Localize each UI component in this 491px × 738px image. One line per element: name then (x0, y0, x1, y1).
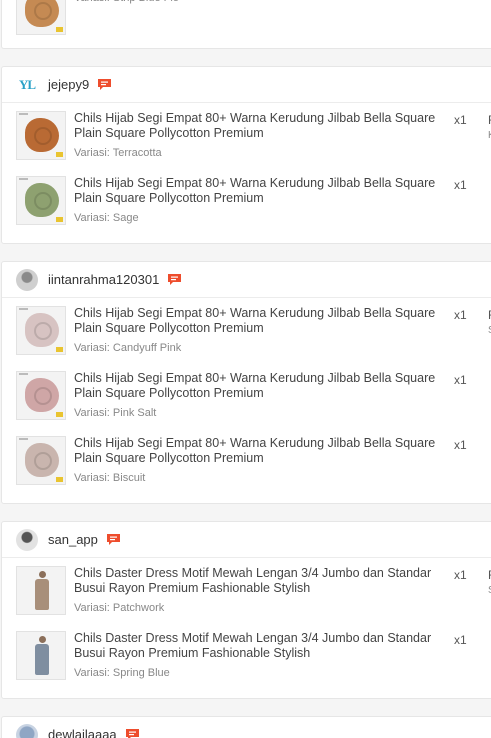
product-title[interactable]: Chils Hijab Segi Empat 80+ Warna Kerudun… (74, 111, 450, 141)
product-tag (56, 217, 63, 222)
order-item[interactable]: Chils Hijab Segi Empat 80+ Warna Kerudun… (2, 432, 491, 497)
product-thumbnail[interactable] (16, 566, 66, 615)
username[interactable]: jejepy9 (48, 77, 89, 92)
dress-model-image (35, 636, 49, 676)
hijab-fabric-image (25, 183, 59, 217)
order-item[interactable]: Chils Daster Dress Motif Mewah Lengan 3/… (2, 562, 491, 627)
product-tag (56, 27, 63, 32)
order-card: dewlailaaaa (1, 716, 491, 738)
product-thumbnail[interactable] (16, 436, 66, 485)
shop-header: iintanrahma120301 (2, 262, 491, 298)
product-tag (56, 412, 63, 417)
product-variant: Variasi: Spring Blue (74, 667, 170, 679)
order-items: Chils Daster Dress Motif Mewah Lengan 3/… (2, 558, 491, 698)
order-item[interactable]: Chils Hijab Segi Empat 80+ Warna Kerudun… (2, 302, 491, 367)
product-variant: Variasi: Terracotta (74, 147, 162, 159)
product-title[interactable]: Chils Hijab Segi Empat 80+ Warna Kerudun… (74, 436, 450, 466)
product-info: Chils Hijab Segi Empat 80+ Warna Kerudun… (74, 371, 450, 419)
username[interactable]: dewlailaaaa (48, 727, 117, 738)
product-quantity: x1 (454, 438, 467, 452)
product-thumbnail[interactable] (16, 0, 66, 35)
shop-header: YL jejepy9 (2, 67, 491, 103)
product-variant: Variasi: Candyuff Pink (74, 342, 182, 354)
brand-mark (19, 438, 28, 440)
avatar[interactable] (16, 268, 38, 291)
order-item[interactable]: Chils Hijab Segi Empat 80+ Warna Kerudun… (2, 107, 491, 172)
product-variant: Variasi: Patchwork (74, 602, 165, 614)
product-title[interactable]: Chils Hijab Segi Empat 80+ Warna Kerudun… (74, 371, 450, 401)
order-card: iintanrahma120301 Chils Hijab Segi Empat … (1, 261, 491, 504)
product-thumbnail[interactable] (16, 111, 66, 160)
avatar-logo-text: YL (18, 76, 36, 92)
chat-icon[interactable] (106, 533, 121, 546)
brand-mark (19, 178, 28, 180)
product-thumbnail[interactable] (16, 371, 66, 420)
avatar[interactable] (16, 528, 38, 551)
product-variant: Variasi: Sage (74, 212, 139, 224)
order-item[interactable]: Chils Hijab Segi Empat 80+ Warna Kerudun… (2, 367, 491, 432)
product-info: Chils Hijab Segi Empat 80+ Warna Kerudun… (74, 306, 450, 354)
product-tag (56, 477, 63, 482)
product-variant: Variasi: Strip Blue Flo (74, 0, 450, 4)
product-info: Chils Daster Dress Motif Mewah Lengan 3/… (74, 631, 450, 679)
brand-mark (19, 113, 28, 115)
order-card: YL jejepy9 Chils Hijab Segi Empat 80+ Warn… (1, 66, 491, 244)
product-tag (56, 152, 63, 157)
hijab-fabric-image (25, 443, 59, 477)
product-tag (56, 347, 63, 352)
product-title[interactable]: Chils Daster Dress Motif Mewah Lengan 3/… (74, 631, 450, 661)
product-thumbnail[interactable] (16, 306, 66, 355)
order-items: Variasi: Strip Blue Flo (2, 0, 491, 48)
product-info: Chils Hijab Segi Empat 80+ Warna Kerudun… (74, 176, 450, 224)
order-card: san_app Chils Daster Dress Motif Mewah Le… (1, 521, 491, 699)
order-card: Variasi: Strip Blue Flo (1, 0, 491, 49)
chat-icon[interactable] (97, 78, 112, 91)
product-quantity: x1 (454, 373, 467, 387)
product-variant: Variasi: Pink Salt (74, 407, 157, 419)
product-quantity: x1 (454, 308, 467, 322)
hijab-fabric-image (25, 313, 59, 347)
hijab-fabric-image (25, 378, 59, 412)
product-quantity: x1 (454, 178, 467, 192)
hijab-fabric-image (25, 0, 59, 27)
avatar[interactable]: YL (16, 73, 38, 96)
brand-mark (19, 308, 28, 310)
product-thumbnail[interactable] (16, 176, 66, 225)
product-info: Chils Hijab Segi Empat 80+ Warna Kerudun… (74, 111, 450, 159)
product-quantity: x1 (454, 633, 467, 647)
order-item[interactable]: Variasi: Strip Blue Flo (2, 0, 491, 48)
order-item[interactable]: Chils Daster Dress Motif Mewah Lengan 3/… (2, 627, 491, 692)
username[interactable]: san_app (48, 532, 98, 547)
order-items: Chils Hijab Segi Empat 80+ Warna Kerudun… (2, 298, 491, 503)
dress-model-image (35, 571, 49, 611)
username[interactable]: iintanrahma120301 (48, 272, 159, 287)
brand-mark (19, 373, 28, 375)
product-quantity: x1 (454, 568, 467, 582)
avatar[interactable] (16, 723, 38, 738)
product-thumbnail[interactable] (16, 631, 66, 680)
order-list: Variasi: Strip Blue Flo YL jejepy9 Chils Hi… (0, 0, 491, 738)
product-info: Chils Daster Dress Motif Mewah Lengan 3/… (74, 566, 450, 614)
product-title[interactable]: Chils Daster Dress Motif Mewah Lengan 3/… (74, 566, 450, 596)
product-title[interactable]: Chils Hijab Segi Empat 80+ Warna Kerudun… (74, 176, 450, 206)
product-variant: Variasi: Biscuit (74, 472, 146, 484)
shop-header: dewlailaaaa (2, 717, 491, 738)
product-quantity: x1 (454, 113, 467, 127)
product-info: Chils Hijab Segi Empat 80+ Warna Kerudun… (74, 436, 450, 484)
shop-header: san_app (2, 522, 491, 558)
order-items: Chils Hijab Segi Empat 80+ Warna Kerudun… (2, 103, 491, 243)
order-item[interactable]: Chils Hijab Segi Empat 80+ Warna Kerudun… (2, 172, 491, 237)
order-list-viewport[interactable]: Variasi: Strip Blue Flo YL jejepy9 Chils Hi… (0, 0, 491, 738)
hijab-fabric-image (25, 118, 59, 152)
chat-icon[interactable] (125, 728, 140, 738)
chat-icon[interactable] (167, 273, 182, 286)
product-info: Variasi: Strip Blue Flo (74, 0, 450, 4)
product-title[interactable]: Chils Hijab Segi Empat 80+ Warna Kerudun… (74, 306, 450, 336)
